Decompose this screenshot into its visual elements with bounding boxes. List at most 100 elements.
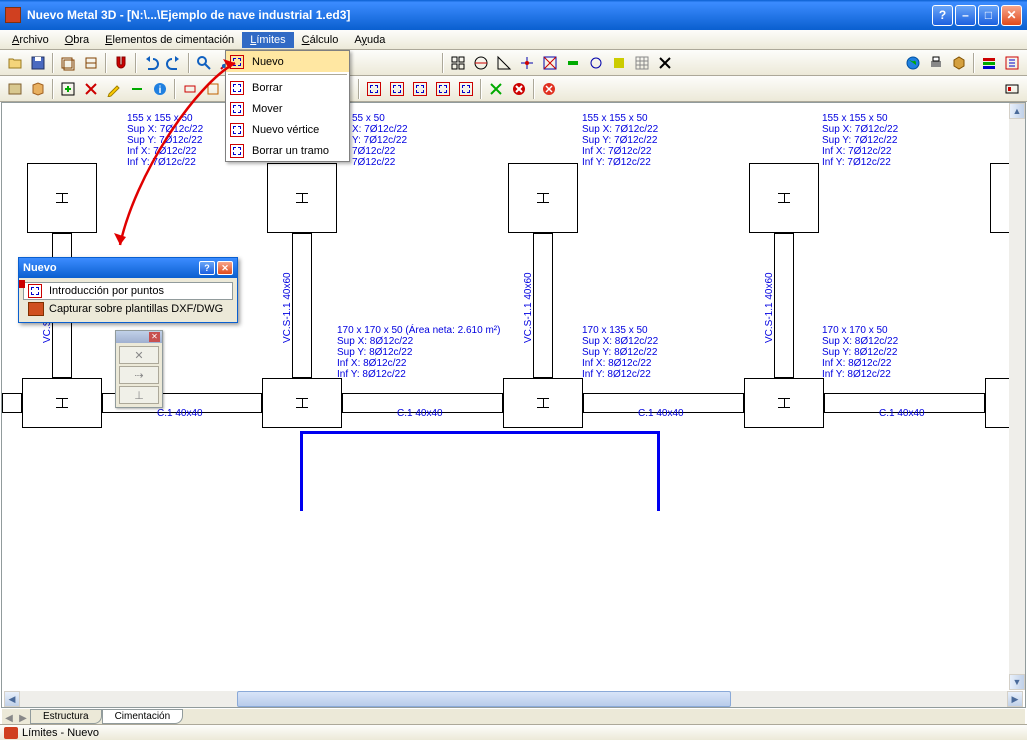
- tool2-p1[interactable]: [363, 78, 385, 100]
- menu-limites[interactable]: Límites: [242, 32, 293, 48]
- foundation-label: 55 x 50X: 7Ø12c/22Y: 7Ø12c/227Ø12c/227Ø1…: [352, 113, 408, 168]
- tool2-calc[interactable]: [485, 78, 507, 100]
- tab-cimentacion[interactable]: Cimentación: [102, 709, 184, 724]
- tool-magnet[interactable]: [110, 52, 132, 74]
- titlebar-close-button[interactable]: ✕: [1001, 5, 1022, 26]
- dialog-option-label: Capturar sobre plantillas DXF/DWG: [49, 303, 223, 315]
- tool-box[interactable]: [948, 52, 970, 74]
- dialog-option-puntos[interactable]: Introducción por puntos: [23, 282, 233, 300]
- tool2-c[interactable]: [179, 78, 201, 100]
- palette-button-1[interactable]: ✕: [119, 346, 159, 364]
- dropdown-label: Borrar un tramo: [252, 145, 329, 157]
- tool-grid2[interactable]: [470, 52, 492, 74]
- column-icon: [296, 193, 308, 203]
- scroll-up-button[interactable]: ▲: [1009, 103, 1025, 119]
- tool2-plus[interactable]: [57, 78, 79, 100]
- menu-obra[interactable]: Obra: [57, 32, 97, 48]
- dialog-title: Nuevo: [23, 262, 197, 274]
- limit-polyline[interactable]: [300, 431, 660, 511]
- tab-scroll-left[interactable]: ◀: [2, 713, 16, 724]
- dropdown-nuevo[interactable]: Nuevo: [226, 51, 349, 72]
- tab-scroll-right[interactable]: ▶: [16, 713, 30, 724]
- status-bar: Límites - Nuevo: [0, 724, 1027, 740]
- tool-grid1[interactable]: [447, 52, 469, 74]
- dialog-option-dxf[interactable]: Capturar sobre plantillas DXF/DWG: [23, 300, 233, 318]
- dropdown-mover[interactable]: Mover: [226, 98, 349, 119]
- menu-calculo[interactable]: Cálculo: [294, 32, 347, 48]
- tool2-info[interactable]: i: [149, 78, 171, 100]
- column-icon: [778, 193, 790, 203]
- tool2-stop[interactable]: [538, 78, 560, 100]
- view-tabs: ◀ ▶ Estructura Cimentación: [2, 709, 1025, 724]
- floating-palette[interactable]: ✕ ✕ ⇢ ⊥: [115, 330, 163, 408]
- tool2-p3[interactable]: [409, 78, 431, 100]
- tool2-d[interactable]: [202, 78, 224, 100]
- tie-beam: [774, 233, 794, 378]
- status-text: Límites - Nuevo: [22, 727, 99, 739]
- scroll-left-button[interactable]: ◀: [4, 691, 20, 707]
- vc-label: VC.S-1.1 40x60: [764, 272, 775, 343]
- dropdown-label: Nuevo: [252, 56, 284, 68]
- nuevo-dialog[interactable]: Nuevo ? ✕ Introducción por puntos Captur…: [18, 257, 238, 323]
- tool-config[interactable]: [1001, 52, 1023, 74]
- tool2-minus[interactable]: [126, 78, 148, 100]
- titlebar-max-button[interactable]: □: [978, 5, 999, 26]
- foundation-label: 155 x 155 x 50Sup X: 7Ø12c/22Sup Y: 7Ø12…: [127, 113, 203, 168]
- scroll-right-button[interactable]: ▶: [1007, 691, 1023, 707]
- tool-b[interactable]: [80, 52, 102, 74]
- tool2-edit[interactable]: [103, 78, 125, 100]
- tool-open[interactable]: [4, 52, 26, 74]
- tool-g[interactable]: [585, 52, 607, 74]
- tool2-p4[interactable]: [432, 78, 454, 100]
- polygon-icon: [367, 82, 381, 96]
- tool-h[interactable]: [608, 52, 630, 74]
- tool-layers[interactable]: [978, 52, 1000, 74]
- vertical-scrollbar[interactable]: ▲ ▼: [1009, 103, 1025, 690]
- tool-globe[interactable]: [902, 52, 924, 74]
- tool-d[interactable]: [516, 52, 538, 74]
- dropdown-borrar[interactable]: Borrar: [226, 77, 349, 98]
- titlebar-min-button[interactable]: –: [955, 5, 976, 26]
- dropdown-label: Mover: [252, 103, 283, 115]
- horizontal-scrollbar[interactable]: ◀ ▶: [4, 691, 1023, 707]
- tab-estructura[interactable]: Estructura: [30, 709, 102, 724]
- tool-grid3[interactable]: [631, 52, 653, 74]
- dialog-titlebar[interactable]: Nuevo ? ✕: [19, 258, 237, 278]
- menu-archivo[interactable]: Archivo: [4, 32, 57, 48]
- tool-undo[interactable]: [140, 52, 162, 74]
- dialog-help-button[interactable]: ?: [199, 261, 215, 275]
- tool-f[interactable]: [562, 52, 584, 74]
- tool-search[interactable]: [193, 52, 215, 74]
- tool-e[interactable]: [539, 52, 561, 74]
- tool2-b[interactable]: [27, 78, 49, 100]
- tie-beam: [292, 233, 312, 378]
- scroll-thumb[interactable]: [237, 691, 731, 707]
- tool2-a[interactable]: [4, 78, 26, 100]
- tool2-end[interactable]: [1001, 78, 1023, 100]
- tool2-p5[interactable]: [455, 78, 477, 100]
- tool-redo[interactable]: [163, 52, 185, 74]
- polygon-icon: [230, 102, 244, 116]
- c1-label: C.1 40x40: [157, 408, 203, 419]
- menu-elementos[interactable]: Elementos de cimentación: [97, 32, 242, 48]
- column-icon: [537, 193, 549, 203]
- tool2-err[interactable]: [508, 78, 530, 100]
- titlebar-help-button[interactable]: ?: [932, 5, 953, 26]
- dialog-close-button[interactable]: ✕: [217, 261, 233, 275]
- menu-ayuda[interactable]: Ayuda: [346, 32, 393, 48]
- palette-button-3[interactable]: ⊥: [119, 386, 159, 404]
- palette-close-button[interactable]: ✕: [149, 332, 160, 342]
- tool-print[interactable]: [925, 52, 947, 74]
- scroll-down-button[interactable]: ▼: [1009, 674, 1025, 690]
- tool-save[interactable]: [27, 52, 49, 74]
- tool2-x[interactable]: [80, 78, 102, 100]
- tool-angle[interactable]: [493, 52, 515, 74]
- tool-a[interactable]: [57, 52, 79, 74]
- foundation-label: 170 x 170 x 50 (Área neta: 2.610 m²)Sup …: [337, 325, 500, 380]
- palette-button-2[interactable]: ⇢: [119, 366, 159, 384]
- tool-settings[interactable]: [654, 52, 676, 74]
- dropdown-borrar-tramo[interactable]: Borrar un tramo: [226, 140, 349, 161]
- tool2-p2[interactable]: [386, 78, 408, 100]
- tie-beam: [2, 393, 22, 413]
- dropdown-nuevo-vertice[interactable]: Nuevo vértice: [226, 119, 349, 140]
